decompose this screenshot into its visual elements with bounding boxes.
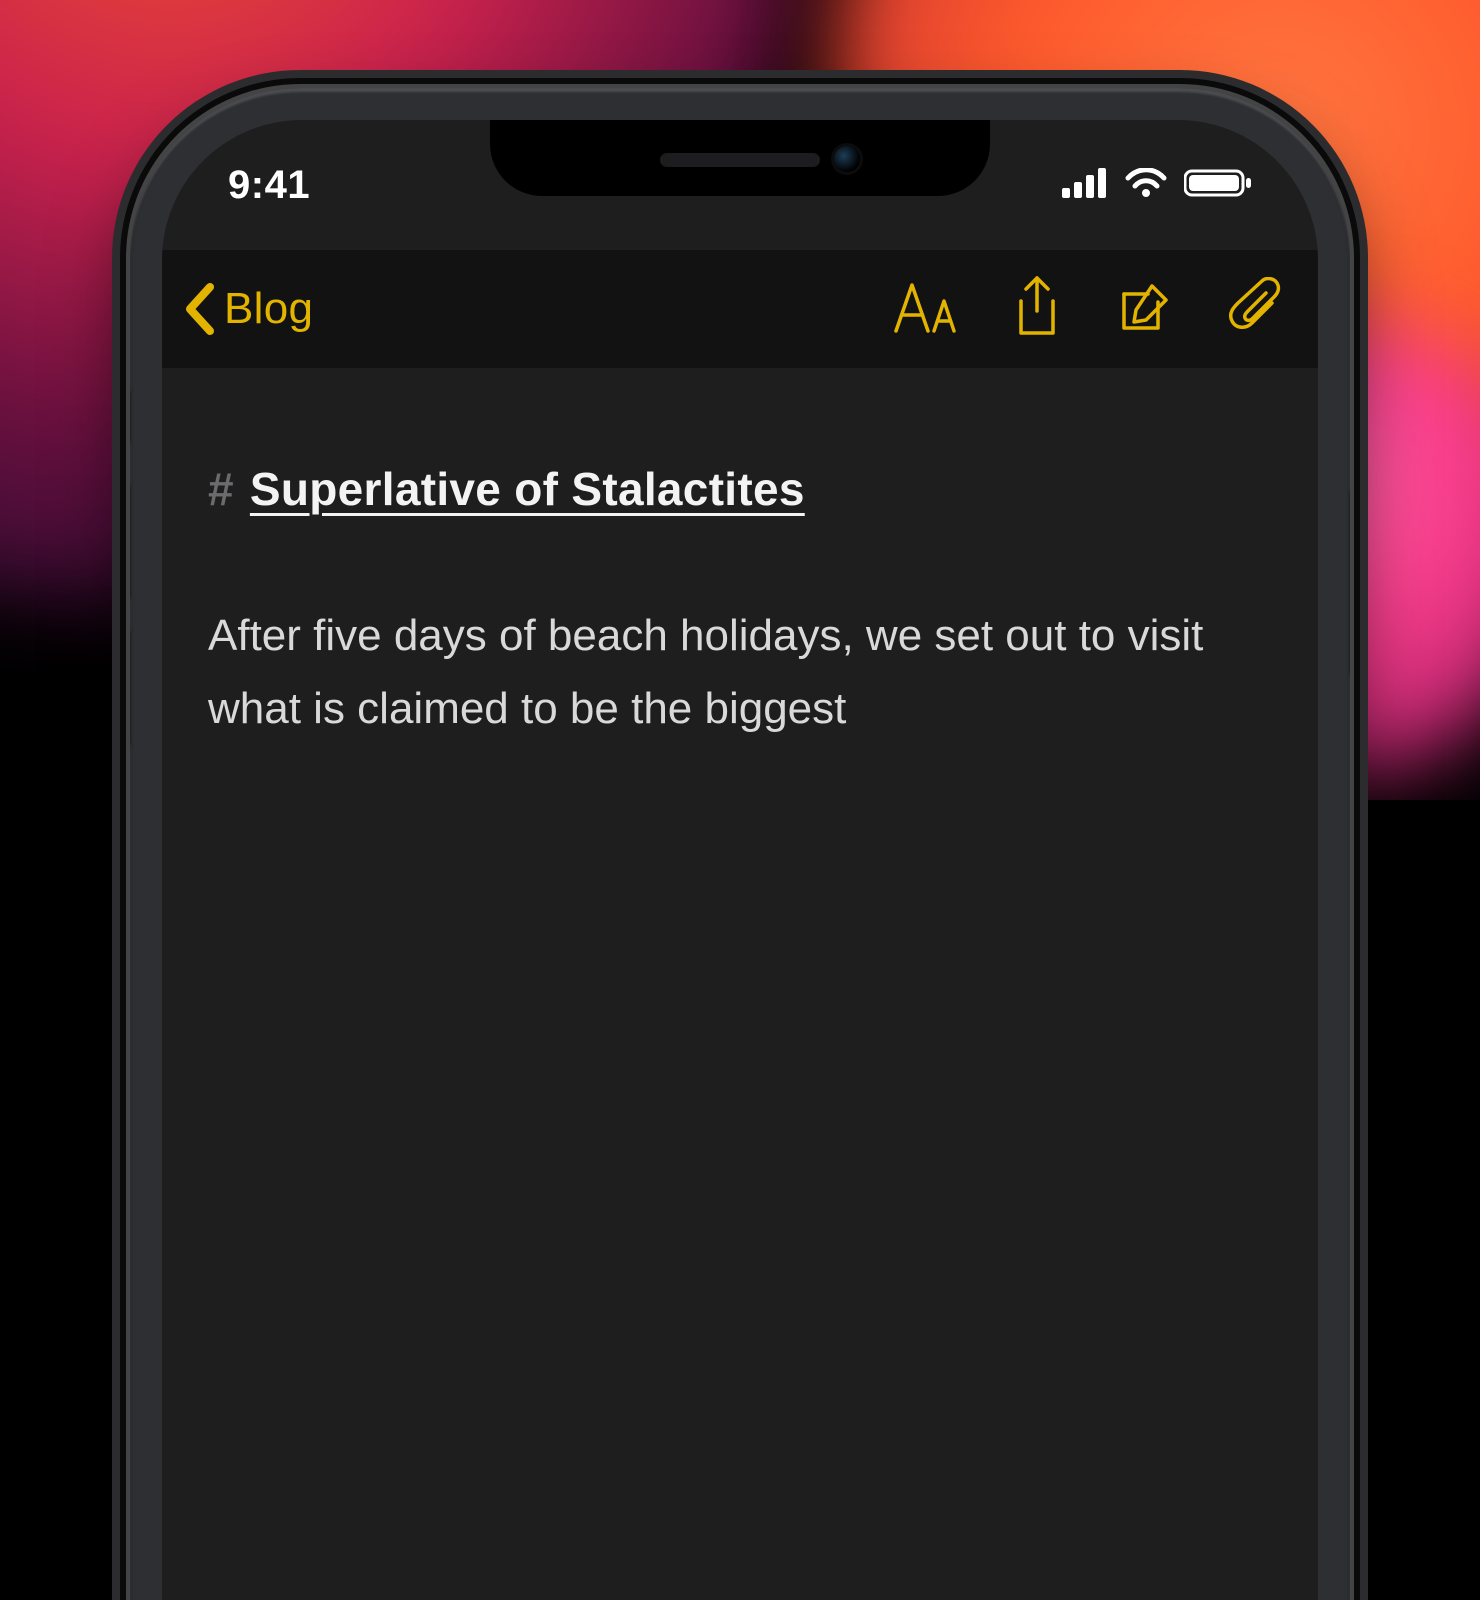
front-camera: [834, 146, 860, 172]
heading-text: Superlative of Stalactites: [250, 462, 805, 516]
navbar: Blog: [162, 250, 1318, 368]
earpiece-speaker: [660, 153, 820, 167]
notch: [490, 120, 990, 196]
nav-actions: [892, 275, 1284, 344]
paperclip-icon: [1228, 277, 1284, 342]
text-format-icon: [892, 281, 958, 338]
phone-frame: 9:41: [130, 88, 1350, 1600]
battery-icon: [1184, 168, 1252, 203]
heading-marker: #: [208, 462, 234, 516]
text-format-button[interactable]: [892, 281, 958, 338]
status-time: 9:41: [228, 163, 310, 208]
chevron-left-icon: [178, 279, 224, 339]
back-label: Blog: [224, 284, 313, 334]
body-paragraph: After five days of beach holidays, we se…: [208, 600, 1272, 745]
share-button[interactable]: [1012, 275, 1062, 344]
heading: # Superlative of Stalactites: [208, 462, 1272, 516]
cellular-signal-icon: [1062, 168, 1108, 203]
wifi-icon: [1124, 168, 1168, 203]
share-icon: [1012, 275, 1062, 344]
screen: 9:41: [162, 120, 1318, 1600]
back-button[interactable]: Blog: [178, 279, 313, 339]
attachment-button[interactable]: [1228, 277, 1284, 342]
compose-button[interactable]: [1116, 278, 1174, 341]
editor-content[interactable]: # Superlative of Stalactites After five …: [162, 368, 1318, 745]
compose-icon: [1116, 278, 1174, 341]
